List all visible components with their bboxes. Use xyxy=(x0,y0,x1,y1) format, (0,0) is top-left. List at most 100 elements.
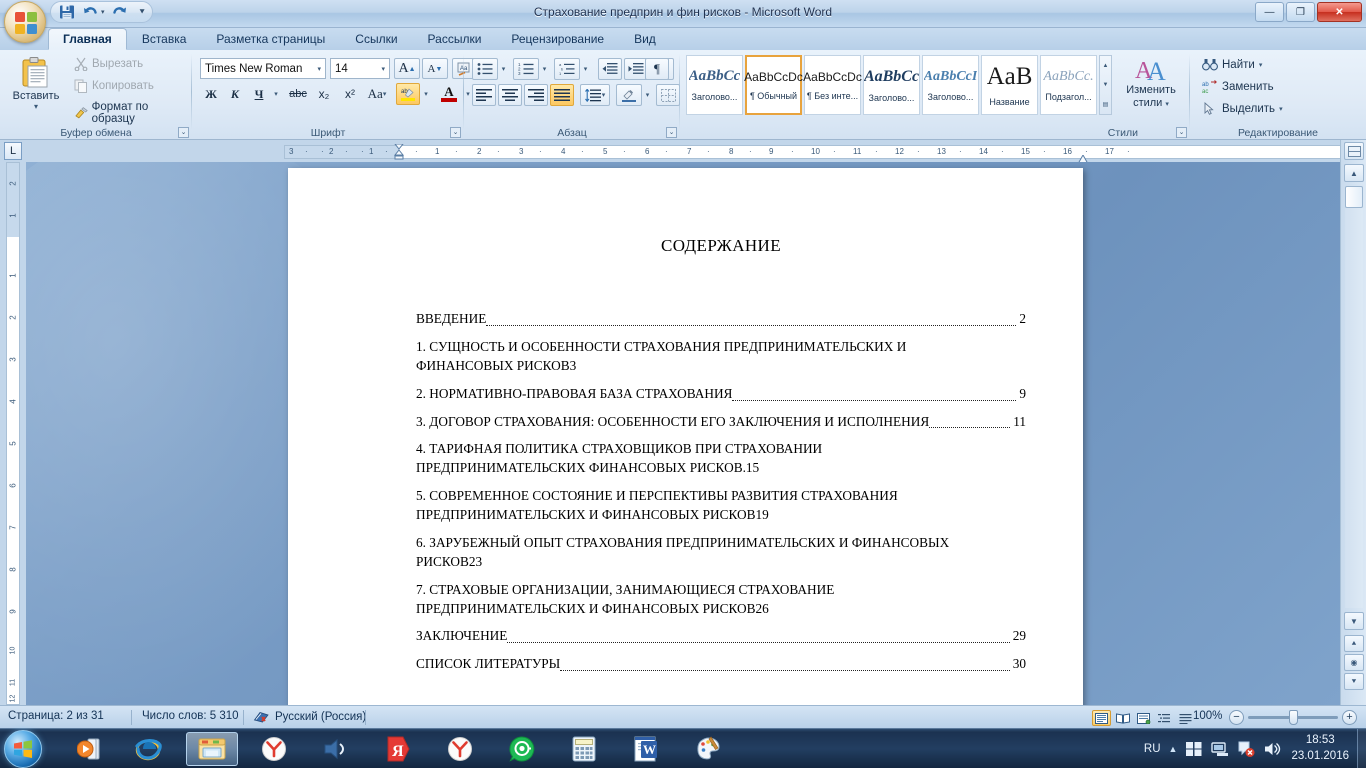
vertical-ruler[interactable]: 2 1 1 2 3 4 5 6 7 8 9 10 11 12 xyxy=(6,162,20,705)
text-highlight-button[interactable]: ab xyxy=(396,83,420,105)
scroll-down-button[interactable]: ▼ xyxy=(1344,612,1364,630)
start-button[interactable] xyxy=(4,730,42,768)
style-heading-1[interactable]: AaBbCс Заголово... xyxy=(686,55,743,115)
numbering-button[interactable]: 123 xyxy=(513,58,539,80)
styles-gallery-scroll[interactable]: ▲ ▼ ▤ xyxy=(1099,55,1112,115)
shrink-font-button[interactable]: A ▼ xyxy=(422,58,448,79)
show-formatting-marks-button[interactable]: ¶ xyxy=(645,58,669,80)
taskbar-item-mail-agent[interactable] xyxy=(496,732,548,766)
word-count-indicator[interactable]: Число слов: 5 310 xyxy=(142,710,239,722)
font-dialog-launcher[interactable]: ⌄ xyxy=(450,127,461,138)
page-indicator[interactable]: Страница: 2 из 31 xyxy=(8,710,104,722)
strikethrough-button[interactable]: abc xyxy=(286,83,310,105)
scroll-track[interactable] xyxy=(1345,208,1363,608)
split-window-button[interactable] xyxy=(1344,142,1364,160)
borders-button[interactable] xyxy=(656,84,680,106)
shading-dropdown-icon[interactable]: ▾ xyxy=(642,84,653,106)
styles-dialog-launcher[interactable]: ⌄ xyxy=(1176,127,1187,138)
tab-page-layout[interactable]: Разметка страницы xyxy=(201,28,340,50)
taskbar-item-word[interactable]: W xyxy=(620,732,672,766)
save-icon[interactable] xyxy=(59,4,75,20)
style-heading-2[interactable]: AaBbCс Заголово... xyxy=(863,55,920,115)
action-center-icon[interactable] xyxy=(1237,740,1255,758)
font-size-dropdown-icon[interactable]: ▾ xyxy=(379,65,387,73)
font-size-input[interactable]: 14 ▾ xyxy=(330,58,390,79)
align-right-button[interactable] xyxy=(524,84,548,106)
style-heading-3[interactable]: AaBbCcI Заголово... xyxy=(922,55,979,115)
toc-entry[interactable]: 3. ДОГОВОР СТРАХОВАНИЯ: ОСОБЕННОСТИ ЕГО … xyxy=(416,413,1026,432)
print-layout-view-button[interactable] xyxy=(1092,710,1111,726)
taskbar-item-yandex-ya[interactable]: Я xyxy=(372,732,424,766)
paragraph-dialog-launcher[interactable]: ⌄ xyxy=(666,127,677,138)
scroll-up-button[interactable]: ▲ xyxy=(1344,164,1364,182)
tab-view[interactable]: Вид xyxy=(619,28,671,50)
zoom-out-button[interactable]: − xyxy=(1229,710,1244,725)
gallery-up-icon[interactable]: ▲ xyxy=(1103,63,1109,69)
gallery-more-icon[interactable]: ▤ xyxy=(1103,101,1109,108)
undo-icon[interactable] xyxy=(82,4,98,20)
font-name-dropdown-icon[interactable]: ▾ xyxy=(315,65,323,73)
right-indent-marker[interactable] xyxy=(1077,151,1089,164)
toc-entry[interactable]: 2. НОРМАТИВНО-ПРАВОВАЯ БАЗА СТРАХОВАНИЯ … xyxy=(416,385,1026,404)
shading-button[interactable] xyxy=(616,84,642,106)
tab-home[interactable]: Главная xyxy=(48,28,127,50)
clock[interactable]: 18:53 23.01.2016 xyxy=(1291,733,1349,764)
language-indicator[interactable]: Русский (Россия) xyxy=(253,710,366,724)
previous-page-button[interactable]: ⯅ xyxy=(1344,635,1364,652)
full-screen-reading-view-button[interactable] xyxy=(1113,710,1132,726)
next-page-button[interactable]: ⯆ xyxy=(1344,673,1364,690)
tab-mailings[interactable]: Рассылки xyxy=(413,28,497,50)
multilevel-list-button[interactable]: ab1 xyxy=(554,58,580,80)
taskbar-item-internet-explorer[interactable] xyxy=(122,732,174,766)
tab-review[interactable]: Рецензирование xyxy=(496,28,619,50)
line-spacing-button[interactable]: ▾ xyxy=(580,84,610,106)
show-hidden-icons-button[interactable]: ▲ xyxy=(1169,744,1178,754)
toc-entry[interactable]: СПИСОК ЛИТЕРАТУРЫ 30 xyxy=(416,655,1026,674)
volume-icon[interactable] xyxy=(1263,740,1281,758)
taskbar-item-paint[interactable] xyxy=(682,732,734,766)
style-subtitle[interactable]: AaBbCc. Подзагол... xyxy=(1040,55,1097,115)
align-center-button[interactable] xyxy=(498,84,522,106)
document-workspace[interactable]: СОДЕРЖАНИЕ ВВЕДЕНИЕ 2 1. СУЩНОСТЬ И ОСОБ… xyxy=(26,162,1340,705)
select-button[interactable]: Выделить ▾ xyxy=(1202,102,1283,116)
find-dropdown-icon[interactable]: ▾ xyxy=(1259,61,1263,69)
redo-icon[interactable] xyxy=(112,4,128,20)
zoom-level[interactable]: 100% xyxy=(1193,710,1222,722)
change-case-button[interactable]: Aa ▾ xyxy=(364,83,390,105)
toc-entry[interactable]: 5. СОВРЕМЕННОЕ СОСТОЯНИЕ И ПЕРСПЕКТИВЫ Р… xyxy=(416,487,1026,525)
multilevel-list-dropdown-icon[interactable]: ▾ xyxy=(580,58,591,80)
tab-insert[interactable]: Вставка xyxy=(127,28,202,50)
change-styles-button[interactable]: A A Изменить стили ▾ xyxy=(1120,54,1182,111)
toc-entry[interactable]: ВВЕДЕНИЕ 2 xyxy=(416,310,1026,329)
horizontal-ruler[interactable]: 3 · 2 · 1 1 2 3 4 5 6 7 8 9 10 11 12 13 … xyxy=(284,143,1356,164)
italic-button[interactable]: К xyxy=(224,83,246,105)
font-name-input[interactable]: Times New Roman ▾ xyxy=(200,58,326,79)
find-button[interactable]: Найти ▾ xyxy=(1202,58,1262,72)
network-icon[interactable] xyxy=(1211,740,1229,758)
zoom-slider-knob[interactable] xyxy=(1289,710,1298,725)
toc-entry[interactable]: 1. СУЩНОСТЬ И ОСОБЕННОСТИ СТРАХОВАНИЯ ПР… xyxy=(416,338,1026,376)
customize-qat-icon[interactable]: ⯆ xyxy=(139,7,146,18)
change-styles-dropdown-icon[interactable]: ▾ xyxy=(1165,101,1169,108)
toc-entry[interactable]: 6. ЗАРУБЕЖНЫЙ ОПЫТ СТРАХОВАНИЯ ПРЕДПРИНИ… xyxy=(416,534,1026,572)
style-no-spacing[interactable]: AaBbCcDc ¶ Без инте... xyxy=(803,55,862,115)
paste-dropdown-icon[interactable]: ▾ xyxy=(8,102,64,111)
toc-entry[interactable]: 4. ТАРИФНАЯ ПОЛИТИКА СТРАХОВЩИКОВ ПРИ СТ… xyxy=(416,440,1026,478)
superscript-button[interactable]: x² xyxy=(338,83,362,105)
cut-button[interactable]: Вырезать xyxy=(74,57,143,71)
align-justify-button[interactable] xyxy=(550,84,574,106)
style-title[interactable]: AaB Название xyxy=(981,55,1038,115)
language-indicator-tray[interactable]: RU xyxy=(1144,743,1161,755)
align-left-button[interactable] xyxy=(472,84,496,106)
windows-flag-icon[interactable] xyxy=(1185,740,1203,758)
taskbar-item-volume-app[interactable] xyxy=(310,732,362,766)
decrease-indent-button[interactable] xyxy=(598,58,622,80)
paste-button[interactable]: Вставить ▾ xyxy=(8,54,64,111)
zoom-in-button[interactable]: + xyxy=(1342,710,1357,725)
clipboard-dialog-launcher[interactable]: ⌄ xyxy=(178,127,189,138)
restore-button[interactable]: ❐ xyxy=(1286,2,1315,22)
select-browse-object-button[interactable]: ◉ xyxy=(1344,654,1364,671)
copy-button[interactable]: Копировать xyxy=(74,79,154,93)
indent-markers[interactable] xyxy=(393,143,405,160)
tab-stop-selector[interactable]: L xyxy=(4,142,22,160)
